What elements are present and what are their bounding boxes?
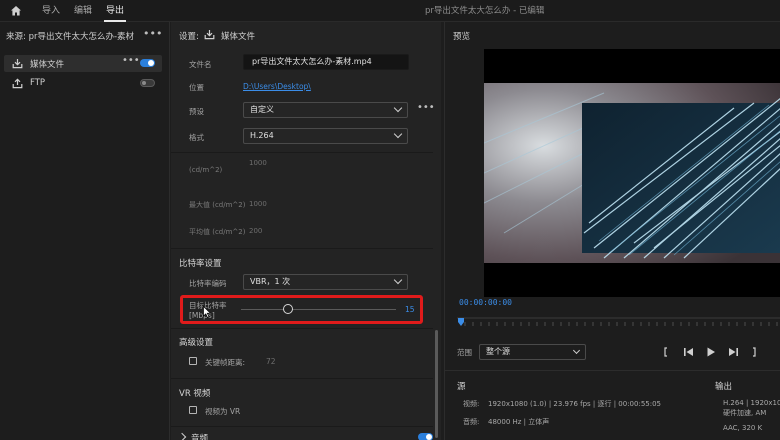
hdr-row-value: 1000 [249, 159, 267, 167]
source-item-label: FTP [30, 78, 46, 88]
hdr-row-label: (cd/m^2) [189, 166, 223, 174]
output-video-info: H.264 | 1920x10 [723, 399, 780, 407]
divider [445, 370, 780, 371]
source-item-media-file[interactable]: 媒体文件 ••• [4, 55, 162, 72]
step-back-icon[interactable] [683, 345, 694, 359]
settings-scrollbar[interactable] [435, 330, 438, 438]
source-panel: 来源: pr导出文件太大怎么办-素材 ••• 媒体文件 ••• FTP [0, 22, 170, 440]
document-title: pr导出文件太大怎么办 - 已编辑 [425, 6, 545, 16]
chevron-down-icon [393, 103, 403, 113]
range-value: 整个源 [486, 347, 510, 356]
chevron-right-icon[interactable] [177, 432, 187, 440]
hdr-row-value: 200 [249, 227, 263, 235]
format-label: 格式 [189, 133, 204, 142]
home-icon[interactable] [10, 5, 22, 17]
vr-checkbox[interactable] [189, 406, 197, 414]
divider [171, 328, 433, 329]
preset-label: 预设 [189, 107, 204, 116]
source-video-label: 视频: [463, 400, 480, 408]
filename-label: 文件名 [189, 60, 212, 69]
source-audio-info: 48000 Hz | 立体声 [488, 418, 550, 426]
preview-panel: 预览 00:00:00:00 范围 整个源 源 视频: 1920x1080 (1… [444, 22, 780, 440]
video-thumbnail [484, 83, 780, 263]
keyframe-label: 关键帧距离: [205, 358, 246, 367]
hdr-row-label: 最大值 (cd/m^2) [189, 201, 246, 209]
play-icon[interactable] [706, 345, 716, 359]
source-item-ftp[interactable]: FTP [4, 75, 162, 92]
output-info-head: 输出 [715, 382, 733, 392]
timecode-display[interactable]: 00:00:00:00 [459, 298, 512, 307]
mark-out-icon[interactable] [751, 345, 757, 359]
cursor-icon [203, 306, 211, 318]
export-icon [204, 30, 215, 40]
preset-dropdown[interactable]: 自定义 [243, 102, 408, 118]
timeline-ruler[interactable] [457, 314, 780, 330]
more-icon[interactable]: ••• [122, 55, 140, 66]
output-video-info-2: 硬件加速, AM [723, 409, 767, 417]
ftp-toggle[interactable] [140, 79, 155, 87]
location-label: 位置 [189, 83, 204, 92]
preset-more-button[interactable]: ••• [417, 102, 435, 113]
top-bar: 导入 编辑 导出 pr导出文件太大怎么办 - 已编辑 [0, 0, 780, 22]
preset-value: 自定义 [250, 105, 274, 114]
bitrate-encoding-dropdown[interactable]: VBR，1 次 [243, 274, 408, 290]
chevron-down-icon [393, 129, 403, 139]
source-item-label: 媒体文件 [30, 60, 65, 70]
settings-header-label: 媒体文件 [221, 32, 256, 42]
divider [171, 248, 433, 249]
highlight-box [180, 295, 423, 324]
source-header: 来源: pr导出文件太大怎么办-素材 [6, 32, 135, 42]
media-file-toggle[interactable] [140, 59, 155, 67]
source-info-head: 源 [457, 382, 466, 392]
source-audio-label: 音频: [463, 418, 480, 426]
output-audio-info: AAC, 320 K [723, 424, 763, 432]
divider [171, 426, 433, 427]
divider [171, 378, 433, 379]
hdr-row-value: 1000 [249, 200, 267, 208]
audio-toggle[interactable] [418, 433, 433, 440]
vr-section-title: VR 视频 [179, 389, 211, 399]
vr-checkbox-label: 视频为 VR [205, 407, 241, 416]
tab-edit[interactable]: 编辑 [74, 0, 92, 22]
bitrate-section-title: 比特率设置 [179, 259, 222, 269]
upload-icon [12, 78, 23, 89]
divider [171, 152, 433, 153]
settings-header: 设置: [179, 32, 199, 42]
chevron-down-icon [393, 275, 403, 285]
location-link[interactable]: D:\Users\Desktop\ [243, 82, 311, 91]
tab-import[interactable]: 导入 [42, 0, 60, 22]
video-preview [484, 49, 780, 297]
tab-export[interactable]: 导出 [103, 0, 127, 22]
step-forward-icon[interactable] [728, 345, 739, 359]
keyframe-value[interactable]: 72 [266, 357, 276, 366]
filename-field[interactable]: pr导出文件太大怎么办-素材.mp4 [243, 54, 409, 70]
bitrate-encoding-label: 比特率编码 [189, 279, 227, 288]
mark-in-icon[interactable] [663, 345, 669, 359]
hdr-row-label: 平均值 (cd/m^2) [189, 228, 246, 236]
source-video-info: 1920x1080 (1.0) | 23.976 fps | 逐行 | 00:0… [488, 400, 661, 408]
preview-title: 预览 [453, 32, 471, 42]
range-dropdown[interactable]: 整个源 [479, 344, 586, 360]
export-icon [12, 59, 23, 69]
source-more-button[interactable]: ••• [143, 27, 162, 40]
playhead[interactable] [458, 318, 464, 326]
settings-panel: 设置: 媒体文件 文件名 pr导出文件太大怎么办-素材.mp4 位置 D:\Us… [171, 22, 441, 440]
chevron-down-icon [572, 346, 581, 355]
advanced-section-title: 高级设置 [179, 338, 214, 348]
audio-section-title[interactable]: 音频 [191, 432, 208, 440]
range-label: 范围 [457, 348, 472, 357]
keyframe-checkbox[interactable] [189, 357, 197, 365]
bitrate-encoding-value: VBR，1 次 [250, 277, 291, 286]
format-value: H.264 [250, 131, 274, 140]
format-dropdown[interactable]: H.264 [243, 128, 408, 144]
